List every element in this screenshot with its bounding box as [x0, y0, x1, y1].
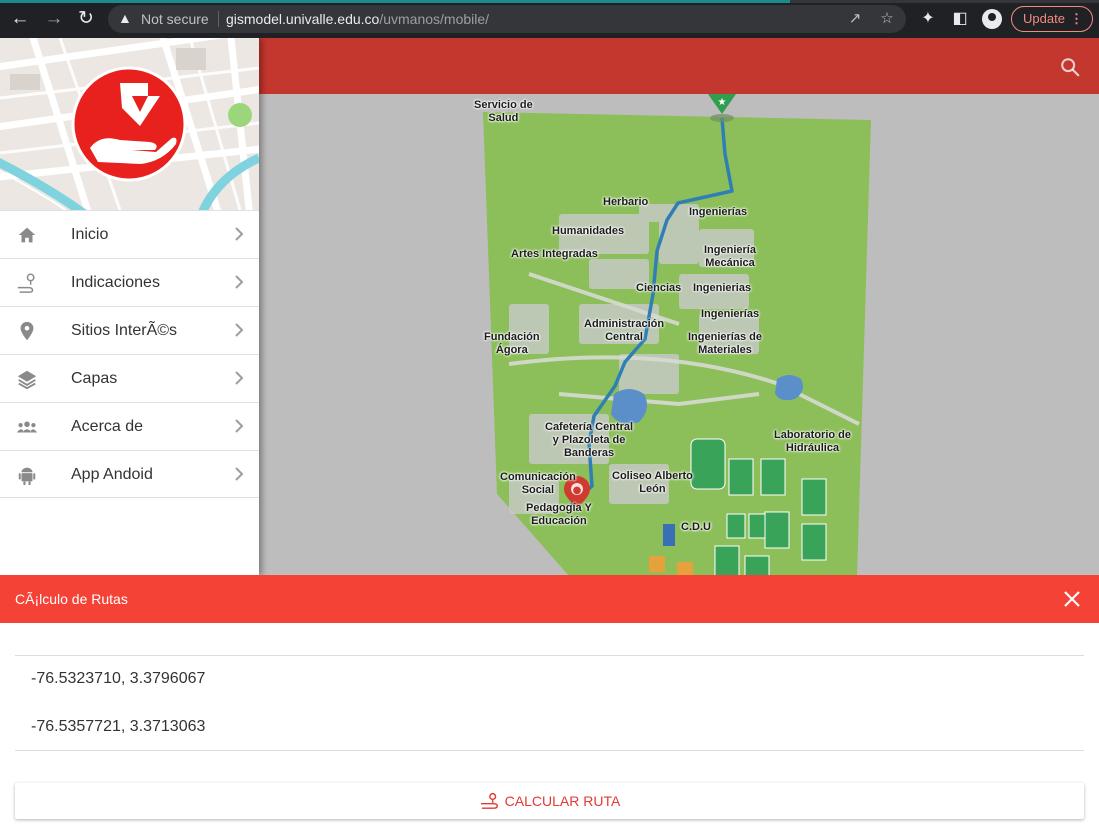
chevron-right-icon [235, 419, 244, 433]
close-icon[interactable] [1061, 588, 1083, 610]
chevron-right-icon [235, 467, 244, 481]
map-label[interactable]: Comunicación Social [500, 471, 576, 497]
chevron-right-icon [235, 227, 244, 241]
menu-item-inicio[interactable]: Inicio [0, 210, 259, 258]
sports-field [726, 513, 746, 539]
map-label[interactable]: Cafetería Central y Plazoleta de Bandera… [545, 421, 633, 460]
sports-field [760, 458, 786, 496]
layers-icon [17, 370, 37, 390]
menu-item-acerca-de[interactable]: Acerca de [0, 402, 259, 450]
share-icon[interactable]: ↗ [846, 10, 864, 28]
svg-text:★: ★ [718, 97, 727, 108]
map-label[interactable]: C.D.U [681, 521, 711, 534]
back-arrow-icon[interactable]: ← [8, 7, 32, 31]
map-label[interactable]: Pedagogía Y Educación [526, 502, 592, 528]
more-menu-icon: ⋮ [1070, 11, 1083, 26]
web-page: ★ ● Servicio de Salud Herbario Humanidad… [0, 38, 1099, 832]
update-button[interactable]: Update ⋮ [1011, 6, 1093, 32]
url-text[interactable]: gismodel.univalle.edu.co/uvmanos/mobile/ [226, 11, 489, 27]
pool [663, 524, 675, 546]
address-separator [218, 11, 219, 27]
street-map-background [0, 38, 259, 210]
menu-item-label: Acerca de [71, 418, 144, 435]
menu-item-label: App Andoid [71, 466, 153, 483]
side-menu-list: Inicio Indicaciones Sitios InterÃ©s Capa… [0, 210, 259, 498]
building-orange [677, 562, 693, 576]
tab-strip-accent [0, 0, 1099, 3]
route-panel-body: -76.5323710, 3.3796067 -76.5357721, 3.37… [0, 623, 1099, 832]
side-panel-icon[interactable]: ◧ [950, 9, 970, 29]
android-icon [18, 467, 36, 486]
menu-item-label: Indicaciones [71, 274, 160, 291]
building-orange [649, 556, 665, 572]
map-label[interactable]: Ingenierías de Materiales [688, 331, 762, 357]
map-label[interactable]: Artes Integradas [511, 248, 598, 261]
map-label[interactable]: Ingeniería Mecánica [704, 244, 756, 270]
place-marker-icon [20, 321, 34, 341]
map-label[interactable]: Herbario [603, 196, 648, 209]
sports-field [801, 523, 827, 561]
map-label[interactable]: Coliseo Alberto León [612, 470, 693, 496]
side-menu-header [0, 38, 259, 210]
reload-icon[interactable]: ↻ [74, 7, 98, 31]
map-label[interactable]: Laboratorio de Hidráulica [774, 429, 851, 455]
menu-item-capas[interactable]: Capas [0, 354, 259, 402]
chevron-right-icon [235, 275, 244, 289]
map-label[interactable]: Ingenierías [701, 308, 759, 321]
menu-item-sitios-interes[interactable]: Sitios InterÃ©s [0, 306, 259, 354]
profile-avatar-icon[interactable] [982, 9, 1002, 29]
search-icon[interactable] [1059, 56, 1081, 78]
sports-field [744, 555, 770, 576]
menu-item-label: Sitios InterÃ©s [71, 322, 178, 339]
map-label[interactable]: Ciencias [636, 282, 681, 295]
sports-field [714, 545, 740, 576]
map-label[interactable]: Administración Central [584, 318, 664, 344]
security-status[interactable]: Not secure [141, 11, 209, 27]
origin-coordinates[interactable]: -76.5323710, 3.3796067 [31, 670, 205, 688]
side-menu: Inicio Indicaciones Sitios InterÃ©s Capa… [0, 38, 259, 576]
map-label[interactable]: Servicio de Salud [474, 99, 533, 125]
coordinate-list: -76.5323710, 3.3796067 -76.5357721, 3.37… [15, 655, 1084, 751]
route-icon [480, 792, 498, 809]
star-icon[interactable]: ☆ [878, 10, 896, 28]
calculate-route-label: CALCULAR RUTA [504, 793, 621, 809]
menu-item-label: Inicio [71, 226, 109, 243]
destination-coordinates[interactable]: -76.5357721, 3.3713063 [31, 718, 205, 736]
sports-field [748, 513, 768, 539]
address-bar[interactable]: ▲ Not secure gismodel.univalle.edu.co/uv… [108, 5, 906, 33]
calculate-route-button[interactable]: CALCULAR RUTA [15, 783, 1084, 819]
stadium-field [690, 438, 726, 490]
app-header [259, 38, 1099, 94]
sports-field [801, 478, 827, 516]
map-canvas[interactable]: ★ ● [259, 94, 1099, 576]
map-label[interactable]: Ingenierias [693, 282, 751, 295]
menu-item-app-android[interactable]: App Andoid [0, 450, 259, 498]
home-icon [18, 227, 36, 243]
menu-item-indicaciones[interactable]: Indicaciones [0, 258, 259, 306]
forward-arrow-icon[interactable]: → [42, 7, 66, 31]
lake [611, 389, 648, 424]
warning-icon[interactable]: ▲ [118, 10, 134, 26]
map-label[interactable]: Fundación Ágora [484, 331, 540, 357]
campus-map[interactable]: ★ ● Servicio de Salud Herbario Humanidad… [259, 94, 1099, 576]
route-panel-header: CÃ¡lculo de Rutas [0, 575, 1099, 623]
browser-toolbar: ← → ↻ ▲ Not secure gismodel.univalle.edu… [0, 0, 1099, 38]
map-label[interactable]: Ingenierías [689, 206, 747, 219]
walker-marker-icon: ★ [708, 94, 736, 122]
extensions-puzzle-icon[interactable]: ✦ [918, 9, 938, 29]
chevron-right-icon [235, 371, 244, 385]
chevron-right-icon [235, 323, 244, 337]
sports-field [728, 458, 754, 496]
people-icon [16, 421, 38, 433]
route-panel-title: CÃ¡lculo de Rutas [15, 591, 128, 607]
map-label[interactable]: Humanidades [552, 225, 624, 238]
sports-field [764, 511, 790, 549]
menu-item-label: Capas [71, 370, 118, 387]
route-icon [17, 273, 35, 293]
